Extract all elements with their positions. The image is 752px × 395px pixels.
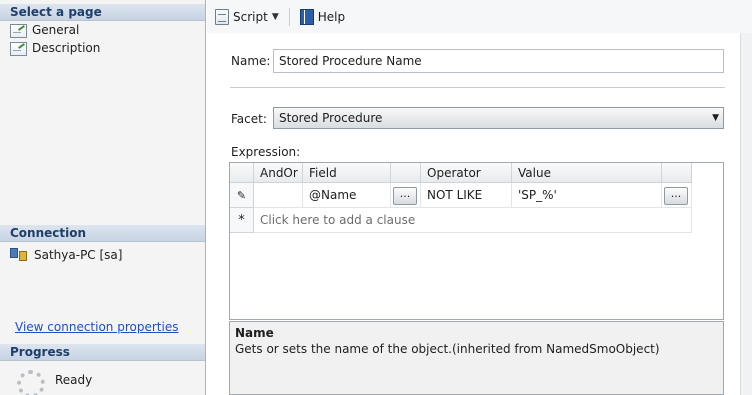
new-row-marker: * [230, 208, 254, 233]
connection-header: Connection [0, 225, 205, 242]
field-ellipsis-button[interactable]: ... [393, 187, 417, 205]
properties-page-icon [10, 23, 27, 38]
expression-grid: AndOr Field Operator Value ✎ @Name ... N… [229, 162, 724, 320]
help-book-icon [299, 8, 314, 25]
column-header-field-button [391, 163, 421, 183]
cell-operator[interactable]: NOT LIKE [421, 183, 512, 208]
expression-label: Expression: [231, 145, 301, 159]
name-label: Name: [231, 54, 271, 68]
chevron-down-icon[interactable]: ▼ [272, 12, 279, 22]
page-item-label: Description [32, 41, 101, 55]
description-panel: Name Gets or sets the name of the object… [229, 321, 724, 395]
progress-header: Progress [0, 344, 205, 361]
cell-value[interactable]: 'SP_%' [512, 183, 662, 208]
left-pane: Select a page General Description Connec… [0, 0, 206, 395]
script-button[interactable]: Script ▼ [211, 6, 283, 28]
toolbar: Script ▼ Help [207, 0, 752, 33]
cell-value-button: ... [662, 183, 692, 208]
page-item-description[interactable]: Description [10, 40, 100, 57]
connection-item: Sathya-PC [sa] [10, 246, 122, 263]
script-label: Script [233, 9, 268, 24]
toolbar-separator [288, 7, 290, 26]
column-header-value[interactable]: Value [512, 163, 662, 183]
page-item-label: General [32, 23, 80, 37]
value-ellipsis-button[interactable]: ... [664, 187, 688, 205]
chevron-down-icon: ▼ [712, 113, 719, 123]
column-header-value-button [662, 163, 692, 183]
cell-field-button: ... [391, 183, 421, 208]
progress-spinner-icon [17, 370, 45, 395]
cell-andor[interactable] [254, 183, 303, 208]
help-label: Help [317, 9, 346, 24]
name-input[interactable]: Stored Procedure Name [273, 49, 724, 73]
column-header-andor[interactable]: AndOr [254, 163, 303, 183]
add-clause-row[interactable]: Click here to add a clause [254, 208, 692, 233]
facet-select[interactable]: Stored Procedure ▼ [273, 107, 724, 129]
server-connection-icon [10, 247, 28, 262]
column-header-operator[interactable]: Operator [421, 163, 512, 183]
description-text: Gets or sets the name of the object.(inh… [235, 342, 660, 356]
facet-label: Facet: [231, 112, 267, 126]
page-item-general[interactable]: General [10, 22, 79, 39]
script-icon [215, 8, 229, 25]
connection-label: Sathya-PC [sa] [34, 247, 123, 262]
vertical-scrollbar[interactable] [740, 33, 752, 395]
pencil-icon: ✎ [230, 183, 254, 208]
view-connection-properties-link[interactable]: View connection properties [15, 320, 178, 334]
help-button[interactable]: Help [296, 6, 349, 28]
properties-page-icon [10, 41, 27, 56]
divider [230, 87, 725, 88]
progress-status-text: Ready [55, 373, 93, 387]
cell-field[interactable]: @Name [303, 183, 391, 208]
progress-status: Ready [17, 370, 92, 395]
column-header-field[interactable]: Field [303, 163, 391, 183]
facet-value: Stored Procedure [279, 111, 383, 125]
select-page-header: Select a page [0, 4, 205, 21]
description-title: Name [235, 326, 274, 340]
row-header-corner [230, 163, 254, 183]
